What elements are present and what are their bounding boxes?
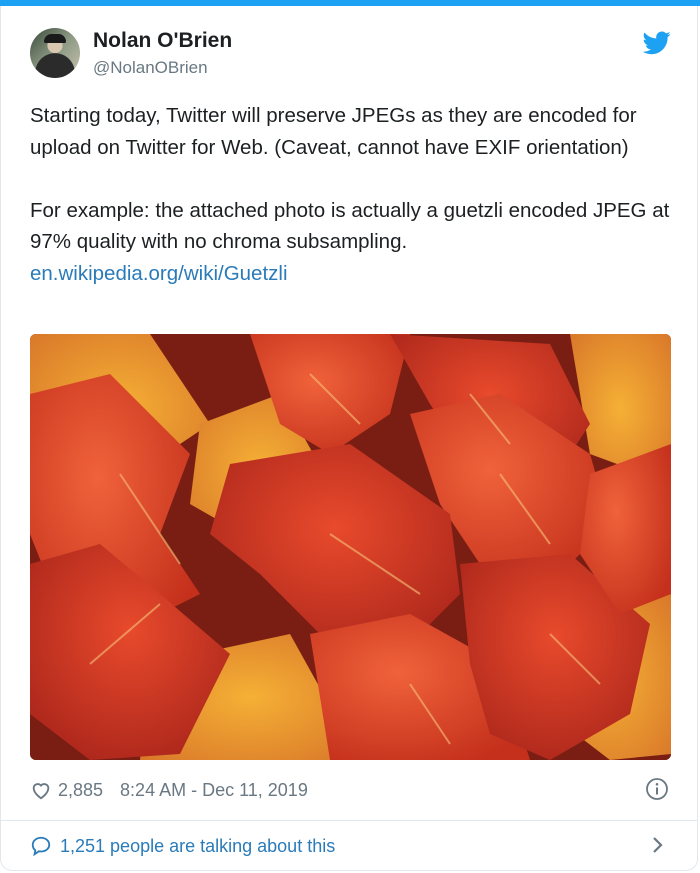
chevron-right-icon[interactable] [650, 835, 666, 855]
conversation-count: 1,251 people are talking about this [60, 835, 336, 856]
timestamp[interactable]: 8:24 AM - Dec 11, 2019 [120, 780, 308, 801]
speech-bubble-icon [31, 836, 51, 857]
author-handle[interactable]: @NolanOBrien [93, 58, 208, 78]
attached-photo[interactable] [30, 334, 671, 760]
conversation-link[interactable]: 1,251 people are talking about this [30, 833, 335, 859]
divider [0, 820, 698, 821]
twitter-bird-icon[interactable] [643, 31, 671, 55]
heart-icon[interactable] [30, 779, 52, 801]
like-count[interactable]: 2,885 [58, 780, 103, 801]
tweet-paragraph-2: For example: the attached photo is actua… [30, 198, 670, 254]
info-icon[interactable] [645, 777, 669, 801]
guetzli-link[interactable]: en.wikipedia.org/wiki/Guetzli [30, 262, 288, 285]
tweet-text: Starting today, Twitter will preserve JP… [30, 100, 670, 289]
tweet-paragraph-1: Starting today, Twitter will preserve JP… [30, 104, 637, 159]
author-name[interactable]: Nolan O'Brien [93, 29, 232, 53]
tweet-meta: 2,885 8:24 AM - Dec 11, 2019 [30, 777, 308, 803]
avatar[interactable] [30, 28, 80, 78]
